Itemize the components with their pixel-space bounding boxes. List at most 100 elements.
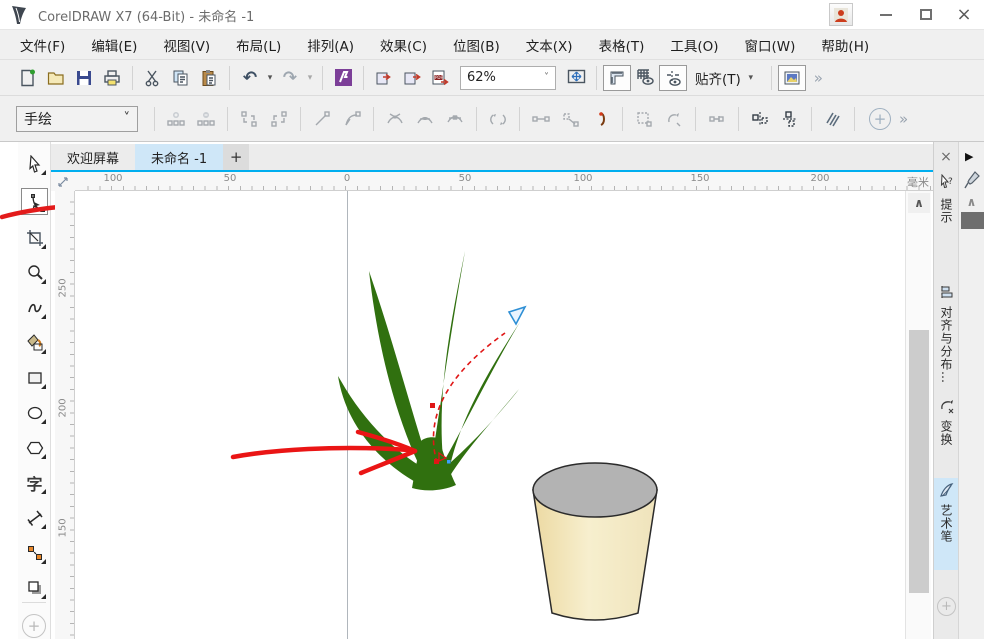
show-guidelines-toggle[interactable]: [659, 65, 687, 91]
align-nodes-v-button[interactable]: [775, 105, 805, 133]
freehand-tool[interactable]: [21, 294, 48, 321]
docker-tab-artistic-media[interactable]: 艺术笔: [934, 478, 959, 570]
minimize-button[interactable]: [868, 0, 904, 29]
redo-dropdown[interactable]: ▾: [304, 73, 316, 83]
menu-bitmaps[interactable]: 位图(B): [453, 35, 500, 55]
plant-drawing[interactable]: [338, 251, 520, 490]
tab-welcome-screen[interactable]: 欢迎屏幕: [51, 144, 135, 170]
color-palette: ▶ ∧: [958, 142, 984, 639]
docker-tab-align-distribute[interactable]: 对齐与分布…: [934, 280, 959, 408]
tab-untitled-1[interactable]: 未命名 -1: [135, 144, 223, 170]
menu-edit[interactable]: 编辑(E): [91, 35, 137, 55]
search-content-button[interactable]: [329, 65, 357, 91]
new-document-button[interactable]: [14, 65, 42, 91]
convert-to-line-button[interactable]: [307, 105, 337, 133]
vertical-ruler[interactable]: 250 200 150: [55, 191, 75, 639]
paste-button[interactable]: [195, 65, 223, 91]
snap-to-dropdown[interactable]: 贴齐(T) ▾: [687, 65, 765, 91]
chevron-down-icon: ˅: [124, 111, 131, 126]
options-button[interactable]: [778, 65, 806, 91]
menu-file[interactable]: 文件(F): [20, 35, 65, 55]
crop-tool[interactable]: [21, 224, 48, 251]
menu-tools[interactable]: 工具(O): [670, 35, 718, 55]
customize-propbar-button[interactable]: +: [869, 108, 891, 130]
flower-pot-drawing[interactable]: [533, 463, 657, 620]
delete-node-button[interactable]: [191, 105, 221, 133]
align-nodes-h-button[interactable]: [745, 105, 775, 133]
text-tool[interactable]: 字: [21, 469, 48, 496]
fullscreen-preview-button[interactable]: [562, 65, 590, 91]
add-node-button[interactable]: [161, 105, 191, 133]
drawing-canvas[interactable]: [75, 191, 905, 639]
import-button[interactable]: [370, 65, 398, 91]
undo-button[interactable]: ↶: [236, 65, 264, 91]
dimension-tool[interactable]: [21, 504, 48, 531]
select-all-nodes-button[interactable]: [556, 105, 586, 133]
export-button[interactable]: [398, 65, 426, 91]
zoom-level-combobox[interactable]: 62% ˅: [460, 66, 556, 90]
menu-arrange[interactable]: 排列(A): [307, 35, 354, 55]
menu-view[interactable]: 视图(V): [163, 35, 210, 55]
elastic-mode-button[interactable]: [818, 105, 848, 133]
publish-pdf-button[interactable]: PDF: [426, 65, 454, 91]
break-nodes-button[interactable]: [264, 105, 294, 133]
horizontal-ruler[interactable]: 100 50 0 50 100 150 200 毫米: [75, 172, 933, 191]
close-button[interactable]: ×: [946, 0, 982, 29]
symmetrical-node-button[interactable]: [440, 105, 470, 133]
curve-smoothness-button[interactable]: [586, 105, 616, 133]
show-rulers-toggle[interactable]: [603, 65, 631, 91]
menu-text[interactable]: 文本(X): [526, 35, 573, 55]
copy-button[interactable]: [167, 65, 195, 91]
menu-window[interactable]: 窗口(W): [745, 35, 796, 55]
transform-nodes-button[interactable]: [629, 105, 659, 133]
open-button[interactable]: [42, 65, 70, 91]
docker-close-button[interactable]: ×: [936, 148, 956, 166]
save-button[interactable]: [70, 65, 98, 91]
add-tool-button[interactable]: +: [22, 614, 46, 638]
zoom-tool[interactable]: [21, 259, 48, 286]
convert-to-curve-button[interactable]: [337, 105, 367, 133]
reverse-direction-button[interactable]: [483, 105, 513, 133]
drop-shadow-tool[interactable]: [21, 574, 48, 601]
palette-scroll-up-button[interactable]: ∧: [961, 194, 982, 210]
extend-curve-button[interactable]: [526, 105, 556, 133]
add-docker-button[interactable]: +: [937, 597, 956, 616]
menu-table[interactable]: 表格(T): [599, 35, 645, 55]
menu-effects[interactable]: 效果(C): [380, 35, 427, 55]
menu-help[interactable]: 帮助(H): [821, 35, 869, 55]
shape-tool[interactable]: [21, 188, 48, 215]
smooth-node-button[interactable]: [410, 105, 440, 133]
connector-tool[interactable]: [21, 539, 48, 566]
propbar-overflow-button[interactable]: »: [899, 110, 908, 128]
join-nodes-button[interactable]: [234, 105, 264, 133]
undo-dropdown[interactable]: ▾: [264, 73, 276, 83]
maximize-button[interactable]: [908, 0, 944, 29]
weld-nodes-button[interactable]: [702, 105, 732, 133]
scroll-up-button[interactable]: ∧: [908, 193, 930, 213]
docker-tab-transform[interactable]: 变换: [934, 394, 959, 472]
show-grid-toggle[interactable]: [631, 65, 659, 91]
smart-fill-tool[interactable]: [21, 329, 48, 356]
preset-value: 手绘: [24, 109, 124, 129]
print-button[interactable]: [98, 65, 126, 91]
ellipse-tool[interactable]: [21, 399, 48, 426]
rectangle-tool[interactable]: [21, 364, 48, 391]
toolbar-overflow-button[interactable]: »: [814, 69, 823, 87]
user-account-button[interactable]: [829, 3, 853, 26]
preset-list-dropdown[interactable]: 手绘 ˅: [16, 106, 138, 132]
polygon-tool[interactable]: [21, 434, 48, 461]
rotate-nodes-button[interactable]: [659, 105, 689, 133]
eyedropper-icon[interactable]: [963, 170, 981, 190]
new-document-tab-button[interactable]: +: [223, 144, 249, 170]
ruler-origin-button[interactable]: [51, 172, 75, 191]
docker-tab-hints[interactable]: ? 提示: [934, 170, 959, 280]
menu-layout[interactable]: 布局(L): [236, 35, 281, 55]
palette-flyout-button[interactable]: ▶: [965, 150, 973, 163]
scrollbar-thumb[interactable]: [909, 330, 929, 593]
redo-button[interactable]: ↷: [276, 65, 304, 91]
vertical-scrollbar[interactable]: ∧: [905, 191, 931, 639]
propbar-separator: [154, 107, 155, 131]
cusp-node-button[interactable]: [380, 105, 410, 133]
cut-button[interactable]: [139, 65, 167, 91]
pick-tool[interactable]: [21, 150, 48, 177]
